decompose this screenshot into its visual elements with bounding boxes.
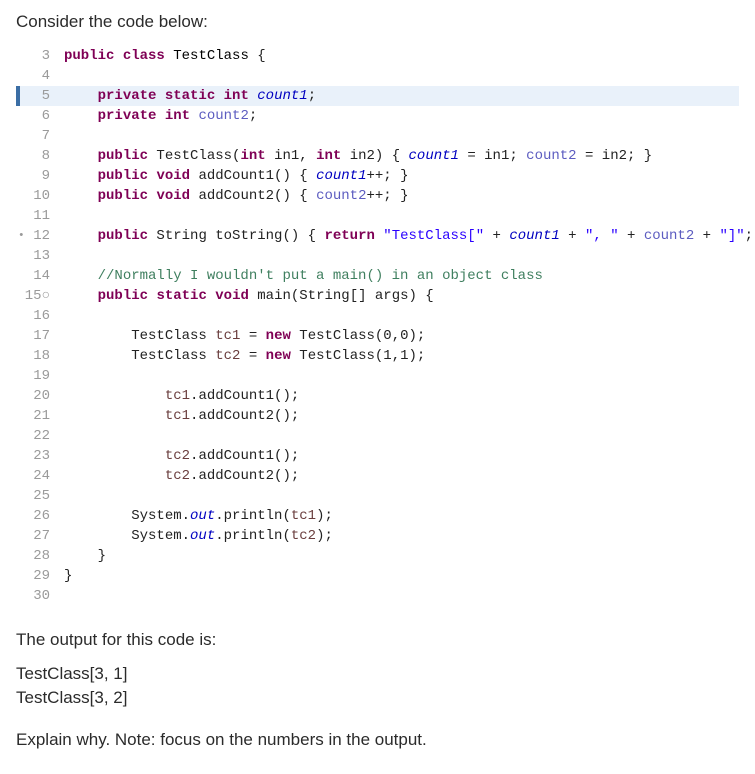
line-number: 7 [16,126,60,146]
code-text: System.out.println(tc1); [60,506,739,526]
code-line: 14 //Normally I wouldn't put a main() in… [16,266,739,286]
code-line: 29} [16,566,739,586]
line-number: 28 [16,546,60,566]
line-number: 8 [16,146,60,166]
code-line: 19 [16,366,739,386]
line-number: 3 [16,46,60,66]
code-text: TestClass tc2 = new TestClass(1,1); [60,346,739,366]
line-number: 9 [16,166,60,186]
line-number: 13 [16,246,60,266]
line-number: 10 [16,186,60,206]
code-line: 4 [16,66,739,86]
code-line: 10 public void addCount2() { count2++; } [16,186,739,206]
line-number: 4 [16,66,60,86]
code-text: public class TestClass { [60,46,739,66]
code-line: 8 public TestClass(int in1, int in2) { c… [16,146,739,166]
line-number: 26 [16,506,60,526]
code-text: public void addCount2() { count2++; } [60,186,739,206]
code-text: tc1.addCount1(); [60,386,739,406]
code-line: 9 public void addCount1() { count1++; } [16,166,739,186]
explain-prompt: Explain why. Note: focus on the numbers … [16,730,739,750]
line-number: 6 [16,106,60,126]
code-text: //Normally I wouldn't put a main() in an… [60,266,739,286]
line-number: 17 [16,326,60,346]
code-text: tc2.addCount1(); [60,446,739,466]
code-text: tc2.addCount2(); [60,466,739,486]
code-text: public String toString() { return "TestC… [60,226,755,246]
code-line: 17 TestClass tc1 = new TestClass(0,0); [16,326,739,346]
code-line: 22 [16,426,739,446]
code-line: 20 tc1.addCount1(); [16,386,739,406]
line-number: 18 [16,346,60,366]
code-text: public void addCount1() { count1++; } [60,166,739,186]
code-text: System.out.println(tc2); [60,526,739,546]
line-number: 27 [16,526,60,546]
output-line-2: TestClass[3, 2] [16,686,739,710]
line-number: 16 [16,306,60,326]
line-number: 23 [16,446,60,466]
code-text: tc1.addCount2(); [60,406,739,426]
code-line: 21 tc1.addCount2(); [16,406,739,426]
overview-marker-icon: • [18,226,25,246]
line-number: 14 [16,266,60,286]
code-text: private static int count1; [60,86,739,106]
code-line: 24 tc2.addCount2(); [16,466,739,486]
prompt-top: Consider the code below: [16,12,739,32]
line-number: 19 [16,366,60,386]
output-line-1: TestClass[3, 1] [16,662,739,686]
code-text: public static void main(String[] args) { [60,286,739,306]
code-block: 3public class TestClass {45 private stat… [16,46,739,612]
line-number: 22 [16,426,60,446]
code-line: 23 tc2.addCount1(); [16,446,739,466]
code-line: 15○ public static void main(String[] arg… [16,286,739,306]
code-text: public TestClass(int in1, int in2) { cou… [60,146,739,166]
line-number: 12• [16,226,60,246]
code-text: TestClass tc1 = new TestClass(0,0); [60,326,739,346]
code-line: 11 [16,206,739,226]
code-line: 30 [16,586,739,606]
code-line: 27 System.out.println(tc2); [16,526,739,546]
question-page: Consider the code below: 3public class T… [0,0,755,774]
code-line: 6 private int count2; [16,106,739,126]
code-line: 13 [16,246,739,266]
line-number: 15○ [16,286,60,306]
code-line: 26 System.out.println(tc1); [16,506,739,526]
output-intro: The output for this code is: [16,630,739,650]
code-line: 28 } [16,546,739,566]
code-line: 25 [16,486,739,506]
code-line: 5 private static int count1; [16,86,739,106]
line-number: 29 [16,566,60,586]
code-text: } [60,546,739,566]
code-line: 3public class TestClass { [16,46,739,66]
code-line: 7 [16,126,739,146]
code-text: } [60,566,739,586]
line-number: 24 [16,466,60,486]
line-number: 5 [16,86,60,106]
line-number: 25 [16,486,60,506]
line-number: 21 [16,406,60,426]
code-line: 16 [16,306,739,326]
code-line: 18 TestClass tc2 = new TestClass(1,1); [16,346,739,366]
line-number: 11 [16,206,60,226]
code-text: private int count2; [60,106,739,126]
code-line: 12• public String toString() { return "T… [16,226,739,246]
line-number: 30 [16,586,60,606]
line-number: 20 [16,386,60,406]
